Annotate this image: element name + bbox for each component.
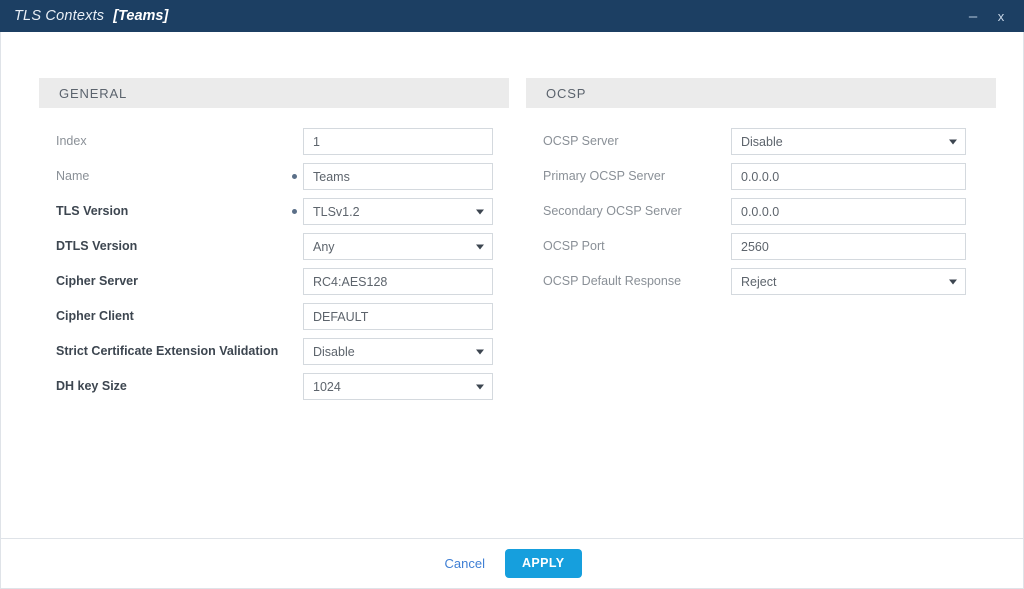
chevron-down-icon [949,279,957,284]
chevron-down-icon [476,209,484,214]
ocsp-label-ocsp-server: OCSP Server [543,134,619,148]
general-panel: GENERAL Index 1 Name Teams TLS Version TLSv1.… [39,78,509,404]
chevron-down-icon [476,244,484,249]
ocsp-label-secondary-ocsp-server: Secondary OCSP Server [543,204,682,218]
form-row-strict-certificate-extension-validation: Strict Certificate Extension Validation D… [39,334,509,369]
value-name: Teams [313,169,350,184]
value-ocsp-server: Disable [741,134,783,149]
value-ocsp-default-response: Reject [741,274,777,289]
ocsp-panel: OCSP OCSP Server Disable Primary OCSP Serv… [526,78,996,404]
ocsp-rows: OCSP Server Disable Primary OCSP Server 0.0… [526,124,996,299]
general-label-dtls-version: DTLS Version [56,239,138,253]
ocsp-label-ocsp-port: OCSP Port [543,239,605,253]
form-row-primary-ocsp-server: Primary OCSP Server 0.0.0.0 [526,159,996,194]
form-row-cipher-server: Cipher Server RC4:AES128 [39,264,509,299]
general-label-tls-version: TLS Version [56,204,129,218]
form-row-secondary-ocsp-server: Secondary OCSP Server 0.0.0.0 [526,194,996,229]
input-secondary-ocsp-server[interactable]: 0.0.0.0 [731,198,966,225]
input-name[interactable]: Teams [303,163,493,190]
required-dot-icon [292,209,297,214]
general-label-dh-key-size: DH key Size [56,379,127,393]
select-dh-key-size[interactable]: 1024 [303,373,493,400]
input-cipher-server[interactable]: RC4:AES128 [303,268,493,295]
ocsp-label-ocsp-default-response: OCSP Default Response [543,274,682,288]
apply-button[interactable]: APPLY [504,549,582,578]
select-ocsp-server[interactable]: Disable [731,128,966,155]
dialog-title-context: [Teams] [113,8,169,24]
general-rows: Index 1 Name Teams TLS Version TLSv1.2 DTLS Ve… [39,124,509,404]
form-row-ocsp-default-response: OCSP Default Response Reject [526,264,996,299]
required-marker-slot-tls-version [286,209,303,214]
ocsp-label-primary-ocsp-server: Primary OCSP Server [543,169,666,183]
window-controls: – x [966,9,1012,24]
form-panels: GENERAL Index 1 Name Teams TLS Version TLSv1.… [1,32,1023,404]
value-ocsp-port: 2560 [741,239,769,254]
general-label-cipher-server: Cipher Server [56,274,138,288]
select-ocsp-default-response[interactable]: Reject [731,268,966,295]
dialog-footer: Cancel APPLY [0,538,1024,589]
dialog-titlebar: TLS Contexts [Teams] – x [0,0,1024,32]
value-secondary-ocsp-server: 0.0.0.0 [741,204,780,219]
input-ocsp-port[interactable]: 2560 [731,233,966,260]
general-label-strict-certificate-extension-validation: Strict Certificate Extension Validation [56,344,279,358]
close-icon[interactable]: x [994,9,1008,23]
general-section-header: GENERAL [39,78,509,108]
form-row-dtls-version: DTLS Version Any [39,229,509,264]
value-cipher-server: RC4:AES128 [313,274,388,289]
form-row-dh-key-size: DH key Size 1024 [39,369,509,404]
general-label-index: Index [56,134,87,148]
form-row-name: Name Teams [39,159,509,194]
cancel-button[interactable]: Cancel [443,552,487,575]
value-cipher-client: DEFAULT [313,309,369,324]
ocsp-section-header: OCSP [526,78,996,108]
form-row-ocsp-server: OCSP Server Disable [526,124,996,159]
input-index[interactable]: 1 [303,128,493,155]
value-dh-key-size: 1024 [313,379,341,394]
value-index: 1 [313,134,320,149]
select-tls-version[interactable]: TLSv1.2 [303,198,493,225]
value-strict-certificate-extension-validation: Disable [313,344,355,359]
form-row-tls-version: TLS Version TLSv1.2 [39,194,509,229]
general-label-name: Name [56,169,90,183]
required-marker-slot-name [286,174,303,179]
form-row-ocsp-port: OCSP Port 2560 [526,229,996,264]
input-primary-ocsp-server[interactable]: 0.0.0.0 [731,163,966,190]
input-cipher-client[interactable]: DEFAULT [303,303,493,330]
value-primary-ocsp-server: 0.0.0.0 [741,169,780,184]
general-label-cipher-client: Cipher Client [56,309,134,323]
required-dot-icon [292,174,297,179]
dialog-body: GENERAL Index 1 Name Teams TLS Version TLSv1.… [0,32,1024,538]
chevron-down-icon [476,384,484,389]
ocsp-section-title: OCSP [546,85,587,101]
value-tls-version: TLSv1.2 [313,204,360,219]
dialog-title: TLS Contexts [14,8,105,24]
minimize-icon[interactable]: – [966,9,980,24]
select-dtls-version[interactable]: Any [303,233,493,260]
tls-contexts-dialog: TLS Contexts [Teams] – x GENERAL Index 1 N… [0,0,1024,589]
form-row-index: Index 1 [39,124,509,159]
general-section-title: GENERAL [59,85,128,101]
value-dtls-version: Any [313,239,335,254]
form-row-cipher-client: Cipher Client DEFAULT [39,299,509,334]
chevron-down-icon [949,139,957,144]
chevron-down-icon [476,349,484,354]
select-strict-certificate-extension-validation[interactable]: Disable [303,338,493,365]
